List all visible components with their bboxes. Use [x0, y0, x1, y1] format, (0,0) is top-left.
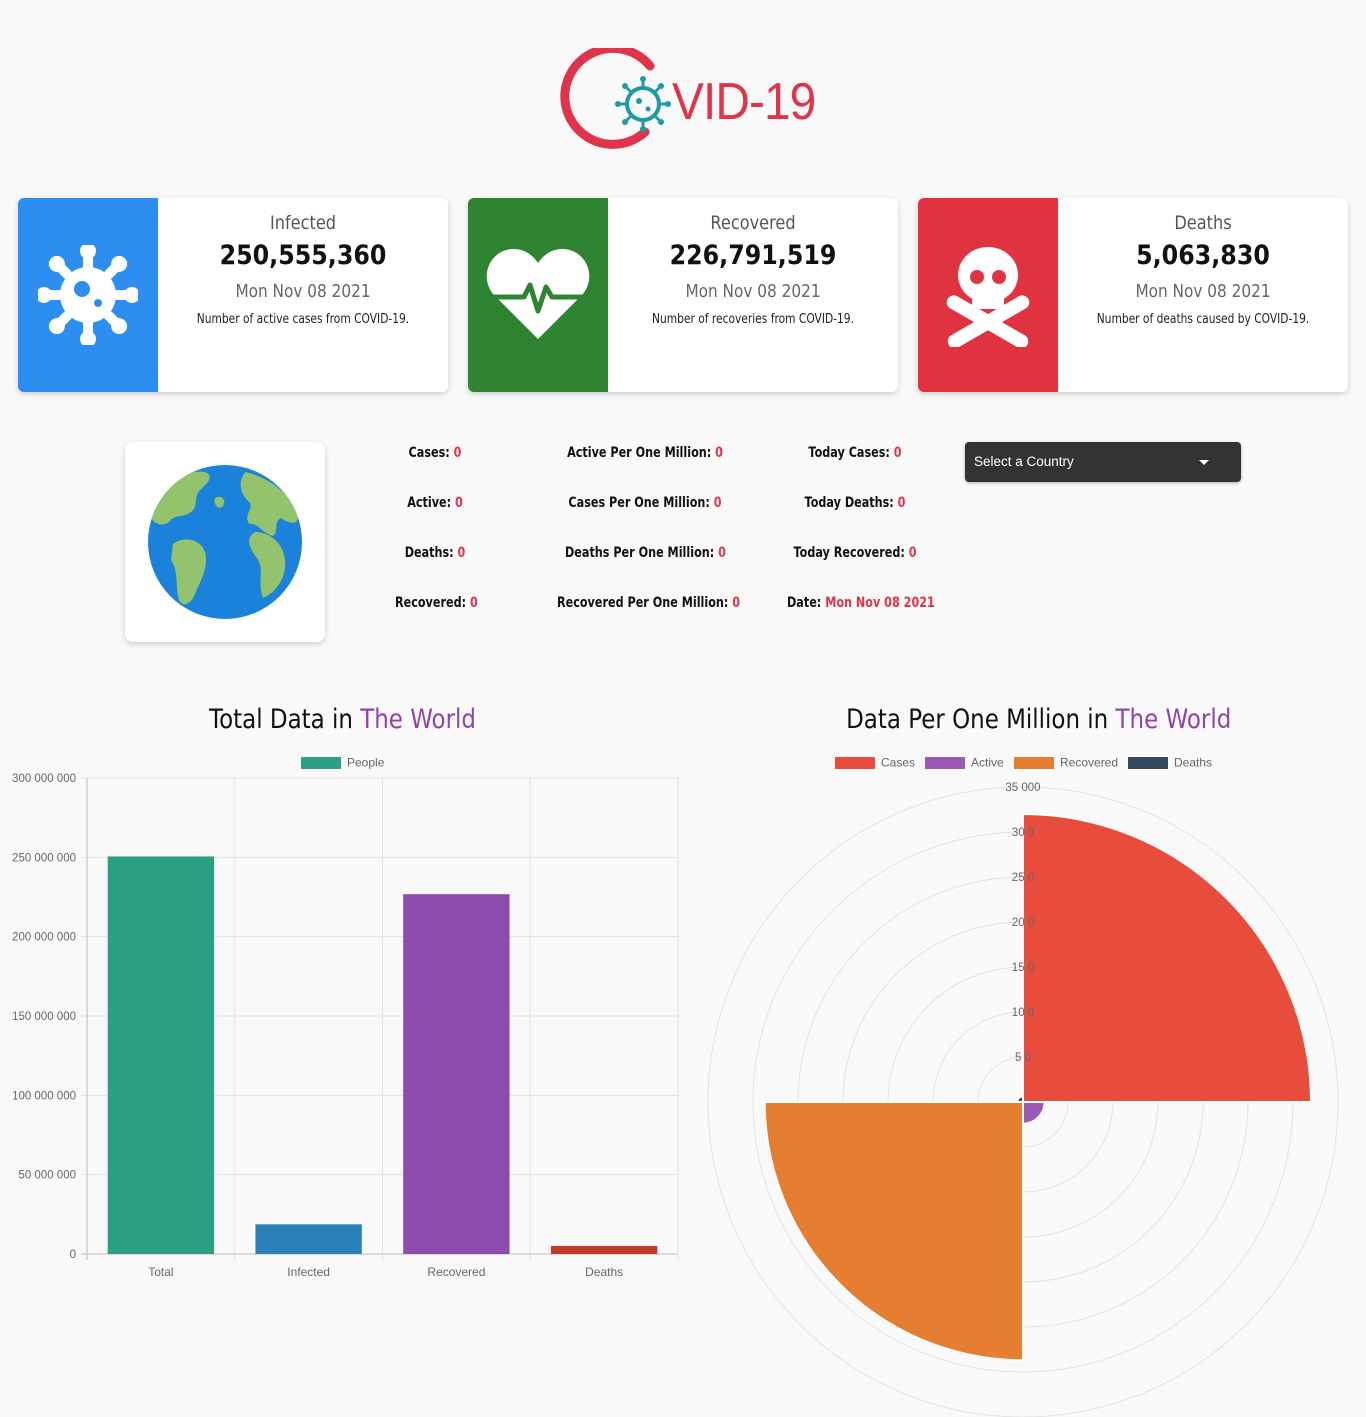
globe-card	[125, 442, 325, 642]
stat-recovered-per-million: Recovered Per One Million: 0	[557, 595, 741, 611]
chevron-down-icon	[1199, 460, 1209, 465]
country-select-value: Select a Country	[974, 454, 1074, 469]
x-tick-label: Total	[148, 1265, 173, 1279]
legend-label-deaths: Deaths	[1174, 756, 1212, 770]
segment-active	[1022, 1101, 1046, 1125]
r-tick-label: 20 0	[1012, 917, 1034, 929]
recovered-icon-box	[468, 198, 608, 392]
recovered-description: Number of recoveries from COVID-19.	[652, 312, 854, 327]
y-tick-label: 300 000 000	[12, 773, 76, 785]
bar-chart-title: Total Data in The World	[209, 704, 476, 735]
stat-today-cases: Today Cases: 0	[808, 445, 902, 461]
bar-total	[107, 856, 215, 1254]
y-tick-label: 200 000 000	[12, 932, 76, 944]
legend-swatch-deaths	[1128, 757, 1168, 769]
bar-deaths	[550, 1245, 658, 1254]
stat-active-per-million: Active Per One Million: 0	[567, 445, 723, 461]
bar-recovered	[403, 894, 510, 1254]
y-tick-label: 50 000 000	[18, 1170, 76, 1182]
infected-title: Infected	[269, 212, 337, 234]
virus-logo-icon	[615, 76, 671, 132]
recovered-date: Mon Nov 08 2021	[685, 281, 821, 302]
x-tick-label: Deaths	[585, 1265, 623, 1279]
bar-infected	[255, 1224, 362, 1254]
logo-text: VID-19	[672, 73, 816, 131]
legend-label-recovered: Recovered	[1060, 756, 1118, 770]
deaths-date: Mon Nov 08 2021	[1135, 281, 1271, 302]
r-tick-label: 35 000	[1005, 782, 1040, 794]
stat-active: Active: 0	[407, 495, 463, 511]
infected-description: Number of active cases from COVID-19.	[196, 312, 410, 327]
recovered-value: 226,791,519	[669, 240, 837, 271]
legend-label-cases: Cases	[881, 756, 915, 770]
legend-swatch-cases	[835, 757, 875, 769]
skull-crossbones-icon	[946, 247, 1030, 347]
infected-icon-box	[18, 198, 158, 392]
stat-today-deaths: Today Deaths: 0	[804, 495, 906, 511]
legend-label-active: Active	[971, 756, 1004, 770]
infected-date: Mon Nov 08 2021	[235, 281, 371, 302]
legend-swatch	[301, 757, 341, 769]
deaths-description: Number of deaths caused by COVID-19.	[1096, 312, 1310, 327]
globe-icon	[148, 465, 302, 619]
infected-value: 250,555,360	[219, 240, 387, 271]
r-tick-label: 15 0	[1012, 962, 1034, 974]
r-tick-label: 25 0	[1012, 872, 1034, 884]
recovered-card: Recovered 226,791,519 Mon Nov 08 2021 Nu…	[468, 198, 898, 392]
deaths-icon-box	[918, 198, 1058, 392]
bar-legend: People	[301, 756, 385, 770]
segment-recovered	[763, 1101, 1024, 1362]
x-tick-label: Infected	[287, 1265, 330, 1279]
heartbeat-icon	[486, 249, 590, 339]
polar-chart: Cases Active Recovered Deaths 5 0 10 0 15 0 20 …	[707, 756, 1339, 1417]
infected-card: Infected 250,555,360 Mon Nov 08 2021 Num…	[18, 198, 448, 392]
y-tick-label: 250 000 000	[12, 852, 76, 864]
stat-deaths-per-million: Deaths Per One Million: 0	[565, 545, 726, 561]
country-select[interactable]: Select a Country	[965, 442, 1241, 482]
polar-chart-title: Data Per One Million in The World	[846, 704, 1232, 735]
stat-date: Date: Mon Nov 08 2021	[787, 595, 935, 611]
segment-deaths	[1016, 1095, 1024, 1103]
r-tick-label: 5 0	[1015, 1052, 1031, 1064]
polar-legend: Cases Active Recovered Deaths	[835, 756, 1212, 770]
y-tick-label: 100 000 000	[12, 1090, 76, 1102]
x-tick-label: Recovered	[427, 1265, 485, 1279]
legend-swatch-recovered	[1014, 757, 1054, 769]
deaths-value: 5,063,830	[1136, 240, 1270, 271]
recovered-title: Recovered	[710, 212, 796, 234]
y-tick-label: 0	[70, 1249, 76, 1261]
stat-deaths: Deaths: 0	[404, 545, 466, 561]
r-tick-label: 30 0	[1012, 827, 1034, 839]
stat-today-recovered: Today Recovered: 0	[793, 545, 917, 561]
deaths-card: Deaths 5,063,830 Mon Nov 08 2021 Number …	[918, 198, 1348, 392]
stat-cases: Cases: 0	[408, 445, 462, 461]
deaths-title: Deaths	[1174, 212, 1232, 234]
y-tick-label: 150 000 000	[12, 1011, 76, 1023]
stat-cases-per-million: Cases Per One Million: 0	[568, 495, 722, 511]
bar-chart: People 0 50 000 000 100 000 000 150 000 000 2…	[12, 756, 679, 1279]
r-tick-label: 10 0	[1012, 1007, 1034, 1019]
stat-recovered: Recovered: 0	[395, 595, 478, 611]
legend-label: People	[347, 756, 385, 770]
virus-icon	[38, 245, 138, 345]
segment-cases	[1022, 812, 1313, 1103]
legend-swatch-active	[925, 757, 965, 769]
